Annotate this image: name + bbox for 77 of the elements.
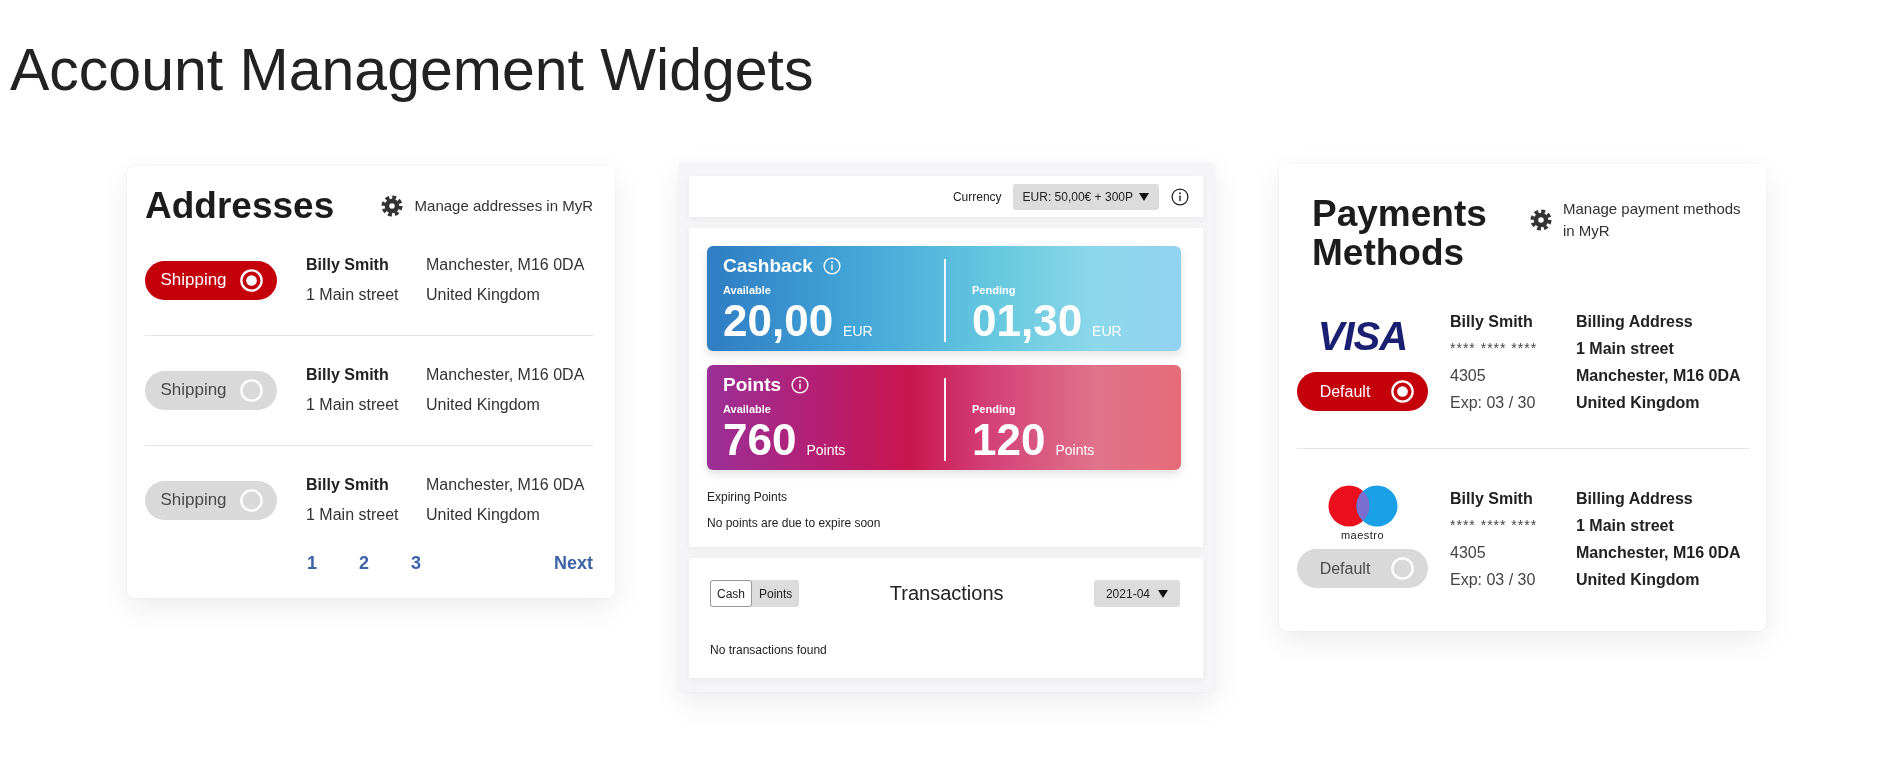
pending-amount: 01,30: [972, 299, 1083, 342]
country-name: United Kingdom: [426, 285, 541, 305]
amount-unit: Points: [806, 442, 846, 458]
available-label: Available: [723, 402, 772, 416]
billing-address-heading: Billing Address: [1576, 312, 1694, 332]
billing-address-line: Manchester, M16 0DA: [1576, 543, 1741, 563]
caret-icon: [1158, 589, 1168, 598]
country-name: United Kingdom: [426, 505, 541, 525]
page-link[interactable]: 1: [302, 552, 322, 574]
city-postcode: Manchester, M16 0DA: [426, 475, 585, 495]
tile-title: Points: [723, 374, 782, 396]
radio-icon: [240, 268, 263, 292]
page-link[interactable]: 3: [406, 552, 426, 574]
manage-payments-link[interactable]: Manage payment methods in MyR: [1563, 198, 1749, 242]
tile-title: Cashback: [723, 255, 813, 277]
default-toggle[interactable]: Default: [1297, 549, 1428, 588]
info-icon[interactable]: [1171, 187, 1189, 206]
radio-icon: [1391, 557, 1414, 580]
tab[interactable]: Cash: [710, 580, 752, 607]
interlocking-circles-icon: [1327, 484, 1398, 527]
street-address: 1 Main street: [306, 395, 400, 415]
cardholder-name: Billy Smith: [1450, 312, 1534, 332]
billing-address-line: 1 Main street: [1576, 516, 1675, 536]
masked-card-number: **** **** ****: [1450, 339, 1539, 358]
expiring-points-heading: Expiring Points: [707, 489, 789, 505]
street-address: 1 Main street: [306, 505, 400, 525]
shipping-toggle[interactable]: Shipping: [145, 480, 277, 520]
amount-unit: Points: [1055, 442, 1095, 458]
card-expiry: Exp: 03 / 30: [1450, 570, 1537, 590]
currency-label: Currency: [952, 189, 1002, 204]
country-name: United Kingdom: [426, 395, 541, 415]
page-link[interactable]: 2: [354, 552, 374, 574]
cardholder-name: Billy Smith: [1450, 489, 1534, 509]
expiring-points-text: No points are due to expire soon: [707, 515, 882, 531]
card-title: Addresses: [145, 186, 335, 226]
contact-name: Billy Smith: [306, 365, 390, 385]
next-page-link[interactable]: Next: [554, 552, 593, 574]
street-address: 1 Main street: [306, 285, 400, 305]
city-postcode: Manchester, M16 0DA: [426, 365, 585, 385]
transactions-title: Transactions: [889, 582, 1004, 605]
pending-amount: 120: [972, 418, 1046, 461]
card-last-digits: 4305: [1450, 543, 1487, 563]
pending-label: Pending: [972, 283, 1017, 297]
billing-address-line: United Kingdom: [1576, 570, 1701, 590]
shipping-toggle[interactable]: Shipping: [145, 370, 277, 410]
card-last-digits: 4305: [1450, 366, 1487, 386]
month-dropdown[interactable]: 2021-04: [1093, 580, 1180, 607]
radio-icon: [240, 488, 263, 512]
caret-icon: [1139, 192, 1149, 201]
available-label: Available: [723, 283, 772, 297]
card-expiry: Exp: 03 / 30: [1450, 393, 1537, 413]
available-amount: 760: [723, 418, 797, 461]
contact-name: Billy Smith: [306, 475, 390, 495]
amount-unit: EUR: [1092, 323, 1122, 339]
radio-icon: [1391, 380, 1414, 403]
billing-address-line: United Kingdom: [1576, 393, 1701, 413]
empty-state-text: No transactions found: [710, 642, 828, 658]
pending-label: Pending: [972, 402, 1017, 416]
shipping-toggle[interactable]: Shipping: [145, 260, 277, 300]
settings-icon: [380, 195, 403, 217]
city-postcode: Manchester, M16 0DA: [426, 255, 585, 275]
currency-dropdown[interactable]: EUR: 50,00€ + 300P: [1012, 183, 1159, 210]
masked-card-number: **** **** ****: [1450, 516, 1539, 535]
page-title: Account Management Widgets: [9, 36, 814, 105]
radio-icon: [240, 378, 263, 402]
settings-icon: [1530, 209, 1552, 231]
contact-name: Billy Smith: [306, 255, 390, 275]
card-brand-wordmark: VISA: [1317, 320, 1408, 352]
manage-addresses-link[interactable]: Manage addresses in MyR: [414, 195, 593, 217]
billing-address-line: Manchester, M16 0DA: [1576, 366, 1741, 386]
card-title: Payments Methods: [1312, 194, 1488, 272]
amount-unit: EUR: [843, 323, 873, 339]
card-brand-wordmark: maestro: [1340, 528, 1385, 542]
billing-address-heading: Billing Address: [1576, 489, 1694, 509]
available-amount: 20,00: [723, 299, 834, 342]
billing-address-line: 1 Main street: [1576, 339, 1675, 359]
default-toggle[interactable]: Default: [1297, 372, 1428, 411]
